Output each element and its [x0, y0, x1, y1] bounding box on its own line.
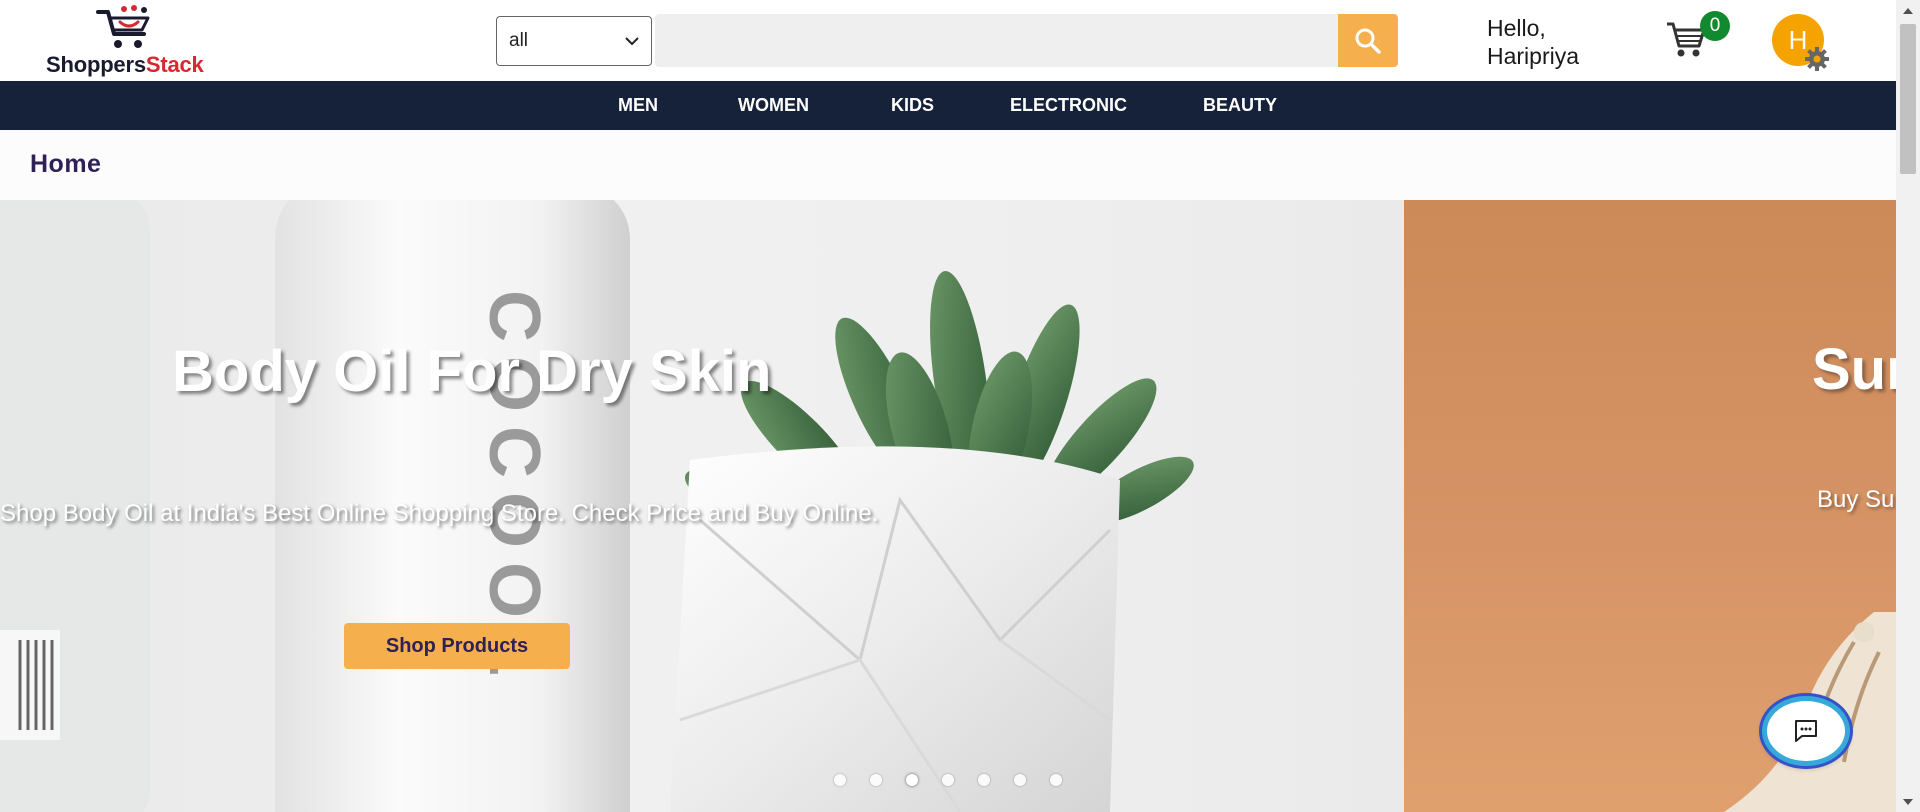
breadcrumb-home[interactable]: Home	[30, 150, 101, 179]
nav-item-beauty[interactable]: BEAUTY	[1203, 81, 1277, 130]
carousel-dots	[834, 774, 1062, 786]
chevron-down-icon	[625, 37, 639, 46]
hero-subtitle: Shop Body Oil at India's Best Online Sho…	[0, 500, 879, 527]
category-nav: MEN WOMEN KIDS ELECTRONIC BEAUTY	[0, 81, 1896, 130]
chat-button[interactable]	[1762, 696, 1850, 766]
scroll-down-arrow-icon[interactable]	[1896, 792, 1920, 812]
breadcrumb: Home	[0, 130, 1896, 200]
shop-products-button[interactable]: Shop Products	[344, 623, 570, 669]
category-select-value: all	[509, 30, 529, 51]
nav-item-men[interactable]: MEN	[618, 81, 658, 130]
nav-item-kids[interactable]: KIDS	[891, 81, 934, 130]
page-scrollbar[interactable]	[1896, 0, 1920, 812]
carousel-dot-active[interactable]	[906, 774, 918, 786]
carousel-dot[interactable]	[834, 774, 846, 786]
hero-title: Body Oil For Dry Skin	[172, 339, 772, 404]
scrollbar-thumb[interactable]	[1900, 24, 1916, 174]
user-greeting: Hello, Haripriya	[1487, 15, 1580, 69]
brand-logo[interactable]: ShoppersStack	[46, 4, 222, 78]
nav-item-women[interactable]: WOMEN	[738, 81, 809, 130]
shopping-cart-logo-icon	[96, 5, 150, 48]
page: ShoppersStack all Hello, Haripriya 0 H M…	[0, 0, 1896, 812]
hero-slide-body-oil: COCOOL Body Oil For Dry Skin Shop Body O…	[0, 200, 1404, 812]
brand-name: ShoppersStack	[46, 52, 204, 77]
carousel-dot[interactable]	[870, 774, 882, 786]
carousel-dot[interactable]	[1050, 774, 1062, 786]
header: ShoppersStack all Hello, Haripriya 0 H	[0, 0, 1896, 81]
gear-icon[interactable]	[1804, 46, 1830, 72]
hero-carousel: COCOOL Body Oil For Dry Skin Shop Body O…	[0, 200, 1896, 812]
chat-icon	[1795, 720, 1817, 742]
carousel-dot[interactable]	[1014, 774, 1026, 786]
category-select[interactable]: all	[496, 16, 652, 66]
hero-next-title: Sun	[1812, 337, 1896, 402]
scroll-up-arrow-icon[interactable]	[1896, 0, 1920, 20]
cart-count-badge: 0	[1700, 11, 1730, 41]
search-icon	[1355, 28, 1381, 54]
carousel-dot[interactable]	[978, 774, 990, 786]
hero-next-subtitle: Buy Su	[1817, 486, 1895, 513]
carousel-dot[interactable]	[942, 774, 954, 786]
search-button[interactable]	[1338, 14, 1398, 67]
nav-item-electronic[interactable]: ELECTRONIC	[1010, 81, 1127, 130]
search-input[interactable]	[655, 14, 1339, 67]
